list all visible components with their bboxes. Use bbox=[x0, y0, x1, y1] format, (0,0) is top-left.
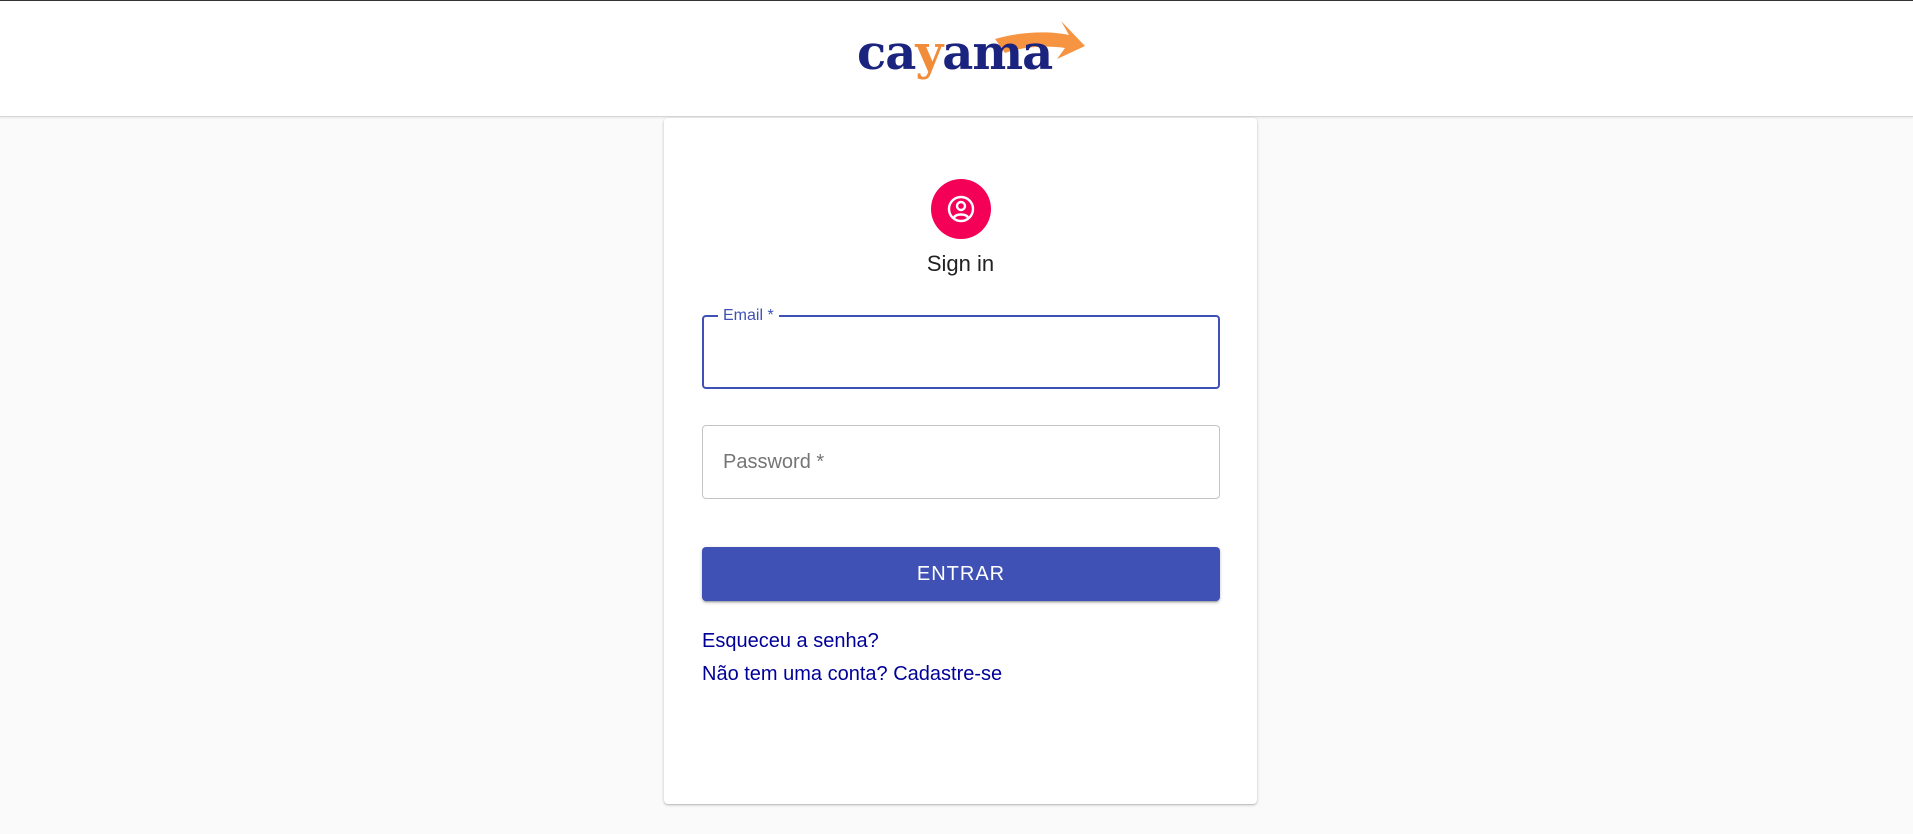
avatar bbox=[931, 179, 991, 239]
signin-card: Sign in Email * Password * ENTRAR Esquec… bbox=[664, 118, 1257, 804]
signup-link[interactable]: Não tem uma conta? Cadastre-se bbox=[702, 663, 1002, 686]
logo-text-end: ama bbox=[942, 25, 1053, 81]
cayama-logo[interactable]: cayama bbox=[855, 15, 1085, 87]
app-header: cayama bbox=[0, 0, 1913, 117]
email-input[interactable] bbox=[704, 317, 1218, 387]
password-input[interactable] bbox=[703, 426, 1219, 498]
forgot-password-link[interactable]: Esqueceu a senha? bbox=[702, 630, 879, 653]
logo-wordmark: cayama bbox=[857, 29, 1053, 77]
account-circle-icon bbox=[947, 195, 975, 223]
logo-text-start: ca bbox=[857, 25, 916, 81]
logo-text-accent: y bbox=[915, 25, 943, 81]
password-field[interactable]: Password * bbox=[702, 425, 1220, 499]
email-field[interactable]: Email * bbox=[702, 306, 1220, 389]
page-title: Sign in bbox=[926, 251, 995, 276]
submit-button[interactable]: ENTRAR bbox=[702, 547, 1220, 601]
